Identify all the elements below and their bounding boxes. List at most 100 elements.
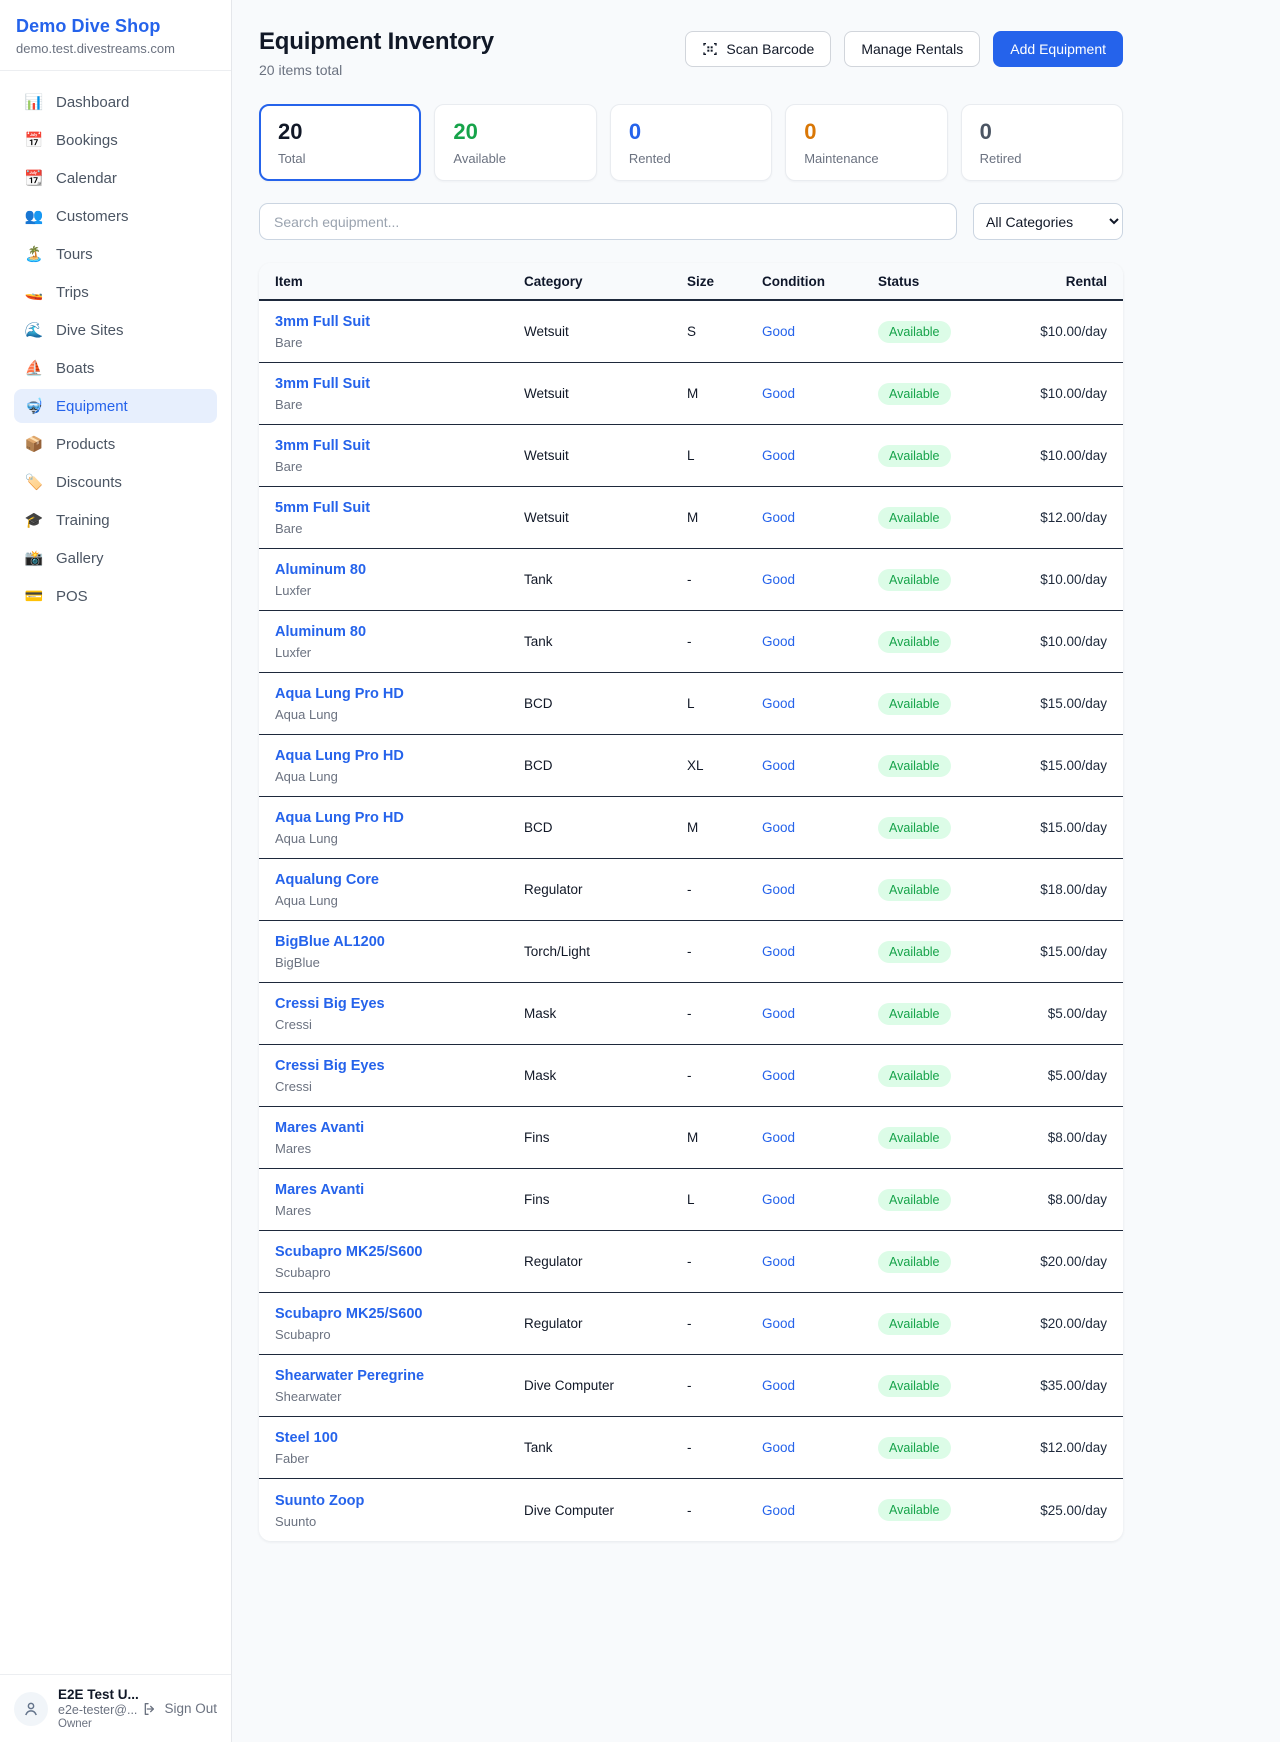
search-input[interactable] [259,203,957,240]
table-row: Mares Avanti Mares Fins M Good Available… [259,1107,1123,1169]
item-link[interactable]: Aqua Lung Pro HD [275,810,404,826]
condition-link[interactable]: Good [762,324,878,339]
rental-cell: $10.00/day [1028,448,1107,463]
stat-card-rented[interactable]: 0Rented [610,104,772,181]
item-link[interactable]: 3mm Full Suit [275,438,370,454]
item-link[interactable]: Cressi Big Eyes [275,1058,385,1074]
sidebar-item-trips[interactable]: 🚤Trips [14,275,217,309]
sign-out-label: Sign Out [164,1701,217,1716]
item-link[interactable]: Aqua Lung Pro HD [275,686,404,702]
item-brand: Suunto [275,1514,524,1529]
scan-barcode-button[interactable]: Scan Barcode [685,31,831,67]
customers-icon: 👥 [24,207,44,225]
status-badge: Available [878,1375,951,1397]
condition-link[interactable]: Good [762,1378,878,1393]
condition-link[interactable]: Good [762,944,878,959]
condition-link[interactable]: Good [762,386,878,401]
sidebar-item-dashboard[interactable]: 📊Dashboard [14,85,217,119]
sidebar-item-bookings[interactable]: 📅Bookings [14,123,217,157]
item-link[interactable]: 5mm Full Suit [275,500,370,516]
condition-link[interactable]: Good [762,1440,878,1455]
stat-card-available[interactable]: 20Available [434,104,596,181]
category-cell: BCD [524,758,687,773]
item-cell: 3mm Full Suit Bare [275,313,524,350]
stat-card-total[interactable]: 20Total [259,104,421,181]
condition-link[interactable]: Good [762,758,878,773]
sidebar-item-calendar[interactable]: 📆Calendar [14,161,217,195]
status-cell: Available [878,1313,1028,1335]
sidebar-item-label: Training [56,512,110,529]
item-link[interactable]: Aluminum 80 [275,624,366,640]
stat-card-retired[interactable]: 0Retired [961,104,1123,181]
sidebar-item-training[interactable]: 🎓Training [14,503,217,537]
status-cell: Available [878,1065,1028,1087]
condition-link[interactable]: Good [762,1130,878,1145]
sidebar-item-gallery[interactable]: 📸Gallery [14,541,217,575]
status-cell: Available [878,941,1028,963]
condition-link[interactable]: Good [762,1503,878,1518]
condition-link[interactable]: Good [762,1006,878,1021]
condition-link[interactable]: Good [762,634,878,649]
condition-link[interactable]: Good [762,1254,878,1269]
item-link[interactable]: Mares Avanti [275,1182,364,1198]
item-link[interactable]: 3mm Full Suit [275,376,370,392]
item-link[interactable]: Aqualung Core [275,872,379,888]
item-link[interactable]: Scubapro MK25/S600 [275,1306,422,1322]
table-row: Mares Avanti Mares Fins L Good Available… [259,1169,1123,1231]
item-link[interactable]: Aqua Lung Pro HD [275,748,404,764]
item-link[interactable]: Cressi Big Eyes [275,996,385,1012]
item-link[interactable]: Suunto Zoop [275,1493,364,1509]
equipment-icon: 🤿 [24,397,44,415]
stat-card-maintenance[interactable]: 0Maintenance [785,104,947,181]
condition-link[interactable]: Good [762,696,878,711]
item-link[interactable]: Scubapro MK25/S600 [275,1244,422,1260]
item-brand: Bare [275,459,524,474]
item-link[interactable]: BigBlue AL1200 [275,934,385,950]
item-brand: Cressi [275,1017,524,1032]
condition-link[interactable]: Good [762,1068,878,1083]
condition-link[interactable]: Good [762,1192,878,1207]
sidebar-item-equipment[interactable]: 🤿Equipment [14,389,217,423]
condition-link[interactable]: Good [762,820,878,835]
rental-cell: $8.00/day [1028,1130,1107,1145]
rental-cell: $18.00/day [1028,882,1107,897]
sign-out-button[interactable]: Sign Out [142,1701,217,1717]
condition-link[interactable]: Good [762,1316,878,1331]
sidebar: Demo Dive Shop demo.test.divestreams.com… [0,0,232,1742]
item-link[interactable]: Mares Avanti [275,1120,364,1136]
boats-icon: ⛵ [24,359,44,377]
manage-rentals-button[interactable]: Manage Rentals [844,31,980,67]
condition-link[interactable]: Good [762,510,878,525]
table-row: Aqua Lung Pro HD Aqua Lung BCD XL Good A… [259,735,1123,797]
sidebar-item-tours[interactable]: 🏝️Tours [14,237,217,271]
sidebar-item-discounts[interactable]: 🏷️Discounts [14,465,217,499]
item-brand: Bare [275,335,524,350]
rental-cell: $15.00/day [1028,820,1107,835]
sidebar-item-label: Trips [56,284,89,301]
filters-row: All Categories [259,203,1123,240]
sidebar-item-pos[interactable]: 💳POS [14,579,217,613]
sidebar-item-customers[interactable]: 👥Customers [14,199,217,233]
sidebar-item-dive-sites[interactable]: 🌊Dive Sites [14,313,217,347]
item-link[interactable]: Aluminum 80 [275,562,366,578]
sign-out-icon [142,1701,158,1717]
size-cell: - [687,1254,762,1269]
add-equipment-button[interactable]: Add Equipment [993,31,1123,67]
stat-value: 20 [278,119,402,145]
sidebar-item-boats[interactable]: ⛵Boats [14,351,217,385]
brand-domain: demo.test.divestreams.com [16,41,215,56]
item-brand: Mares [275,1141,524,1156]
item-link[interactable]: Steel 100 [275,1430,338,1446]
item-link[interactable]: 3mm Full Suit [275,314,370,330]
sidebar-item-products[interactable]: 📦Products [14,427,217,461]
table-row: Shearwater Peregrine Shearwater Dive Com… [259,1355,1123,1417]
condition-link[interactable]: Good [762,448,878,463]
size-cell: - [687,572,762,587]
condition-link[interactable]: Good [762,882,878,897]
rental-cell: $12.00/day [1028,1440,1107,1455]
condition-link[interactable]: Good [762,572,878,587]
user-meta: E2E Test U... e2e-tester@... Owner [58,1687,132,1730]
item-link[interactable]: Shearwater Peregrine [275,1368,424,1384]
category-select[interactable]: All Categories [973,203,1123,240]
category-cell: BCD [524,696,687,711]
